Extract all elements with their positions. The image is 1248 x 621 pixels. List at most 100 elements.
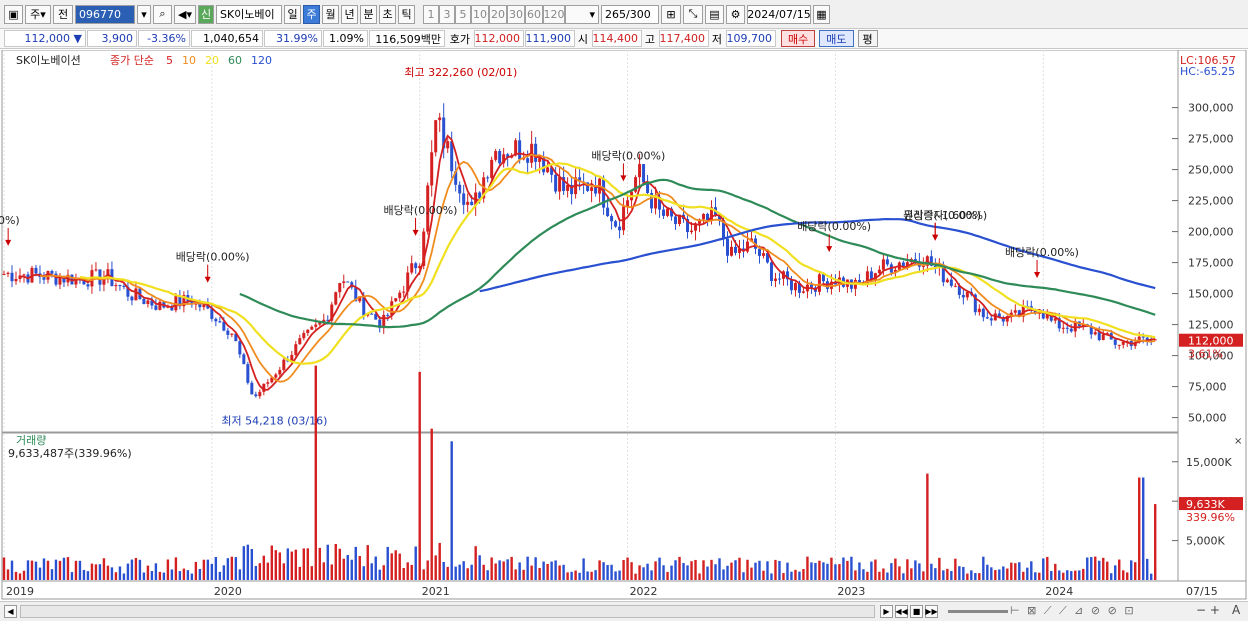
volume-bar [646, 563, 649, 580]
stock-chart[interactable]: 300,000 275,000 250,000 225,000 200,000 175,0… [0, 50, 1248, 601]
interval-tab[interactable]: 분 [360, 4, 377, 24]
minute-tab[interactable]: 1 [423, 4, 439, 24]
volume-bar [206, 559, 210, 580]
minute-tab[interactable]: 120 [543, 4, 565, 24]
volume-bar [726, 565, 729, 580]
candle-body [466, 201, 470, 205]
page-first-button[interactable]: ◀◀ [895, 605, 908, 618]
minute-tab[interactable]: 5 [455, 4, 471, 24]
volume-bar [746, 559, 749, 580]
quote-bar: 112,000 ▼ 3,900 -3.36% 1,040,654 31.99% … [0, 29, 1248, 49]
volume-bar [1102, 557, 1105, 580]
candle-body [1101, 334, 1105, 340]
candle-body [42, 277, 46, 280]
volume-bar [942, 570, 945, 580]
date-input[interactable]: 2024/07/15 [747, 4, 811, 24]
volume-bar [502, 561, 505, 580]
minute-tab[interactable]: 30 [507, 4, 525, 24]
volume-bar [334, 543, 337, 580]
volume-bar [2, 557, 6, 580]
volume-bar [870, 561, 873, 580]
volume-bar [854, 570, 857, 580]
volume-bar [666, 571, 669, 580]
candle-body [546, 167, 550, 173]
candle-body [342, 281, 346, 284]
candle-body [238, 341, 242, 355]
draw-tool-icon[interactable]: ⤡ [683, 4, 703, 24]
calendar-icon[interactable]: ▦ [813, 4, 830, 24]
interval-tab[interactable]: 초 [379, 4, 396, 24]
candle-body [14, 278, 18, 282]
minute-tab[interactable]: 10 [471, 4, 489, 24]
volume-bar [314, 365, 317, 580]
current-price-label: 112,000 [1188, 335, 1234, 348]
gear-icon[interactable]: ⚙ [726, 4, 745, 24]
volume-bar [354, 546, 357, 580]
candle-body [50, 270, 54, 274]
stock-code-input[interactable]: 096770 [75, 4, 135, 24]
period-select[interactable]: 주 ▾ [25, 4, 51, 24]
page-last-button[interactable]: ▶▶ [925, 605, 938, 618]
volume: 1,040,654 [191, 30, 263, 47]
speaker-icon[interactable]: ◀▾ [174, 4, 196, 24]
save-icon[interactable]: ▤ [705, 4, 724, 24]
interval-tab[interactable]: 월 [322, 4, 339, 24]
prev-button[interactable]: 전 [53, 4, 73, 24]
interval-tab[interactable]: 주 [303, 4, 320, 24]
candle-body [761, 253, 765, 256]
volume-bar [894, 558, 897, 580]
candle-body [158, 301, 162, 310]
volume-bar [574, 570, 577, 580]
candle-body [490, 159, 494, 178]
volume-bar [550, 561, 553, 580]
search-icon[interactable]: ⌕ [153, 4, 172, 24]
scroll-left-button[interactable]: ◀ [4, 605, 17, 618]
volume-tick-label: 5,000K [1186, 535, 1225, 548]
volume-bar [482, 564, 485, 580]
candle-body [10, 272, 14, 282]
code-dropdown-icon[interactable]: ▾ [137, 4, 151, 24]
drawing-tools[interactable]: ⊢ ⊠ ⟋ ⟋ ⊿ ⊘ ⊘ ⊡ [1010, 604, 1136, 618]
volume-bar [474, 546, 477, 580]
volume-bar [234, 557, 238, 580]
scroll-right-button[interactable]: ▶ [880, 605, 893, 618]
minute-tab[interactable]: 60 [525, 4, 543, 24]
minute-dropdown[interactable]: ▾ [565, 4, 599, 24]
minute-tab[interactable]: 3 [439, 4, 455, 24]
volume-bar [598, 560, 601, 580]
volume-bar [1014, 563, 1017, 580]
candle-body [230, 333, 234, 335]
zoom-controls[interactable]: − + [1196, 603, 1220, 617]
volume-bar [742, 572, 745, 580]
candle-body [558, 177, 562, 192]
stop-button[interactable]: ■ [910, 605, 923, 618]
volume-bar [586, 571, 589, 580]
scrollbar-track[interactable] [20, 605, 875, 618]
volume-bar [74, 560, 78, 580]
volume-bar [90, 563, 94, 580]
zoom-slider[interactable] [948, 610, 1008, 613]
chart-type-icon[interactable]: ⊞ [661, 4, 681, 24]
count-input[interactable]: 265/300 [601, 4, 659, 24]
volume-bar [486, 570, 489, 580]
volume-bar [178, 571, 182, 580]
volume-tick-label: 15,000K [1186, 456, 1232, 469]
buy-button[interactable]: 매수 [781, 30, 816, 47]
sell-button[interactable]: 매도 [819, 30, 854, 47]
interval-tab[interactable]: 년 [341, 4, 358, 24]
interval-tab[interactable]: 틱 [398, 4, 415, 24]
text-tool-icon[interactable]: A [1232, 603, 1240, 617]
volume-bar [166, 559, 170, 580]
window-icon[interactable]: ▣ [4, 4, 23, 24]
eval-button[interactable]: 평 [857, 30, 878, 47]
new-badge[interactable]: 신 [198, 4, 214, 24]
minute-tab[interactable]: 20 [489, 4, 507, 24]
ask-label: 호가 [449, 32, 470, 46]
volume-bar [278, 552, 282, 580]
volume-bar [150, 570, 154, 580]
interval-tab[interactable]: 일 [284, 4, 301, 24]
volume-bar [162, 572, 166, 580]
volume-bar [634, 573, 637, 580]
volume-bar [158, 571, 162, 580]
volume-bar [554, 560, 557, 580]
